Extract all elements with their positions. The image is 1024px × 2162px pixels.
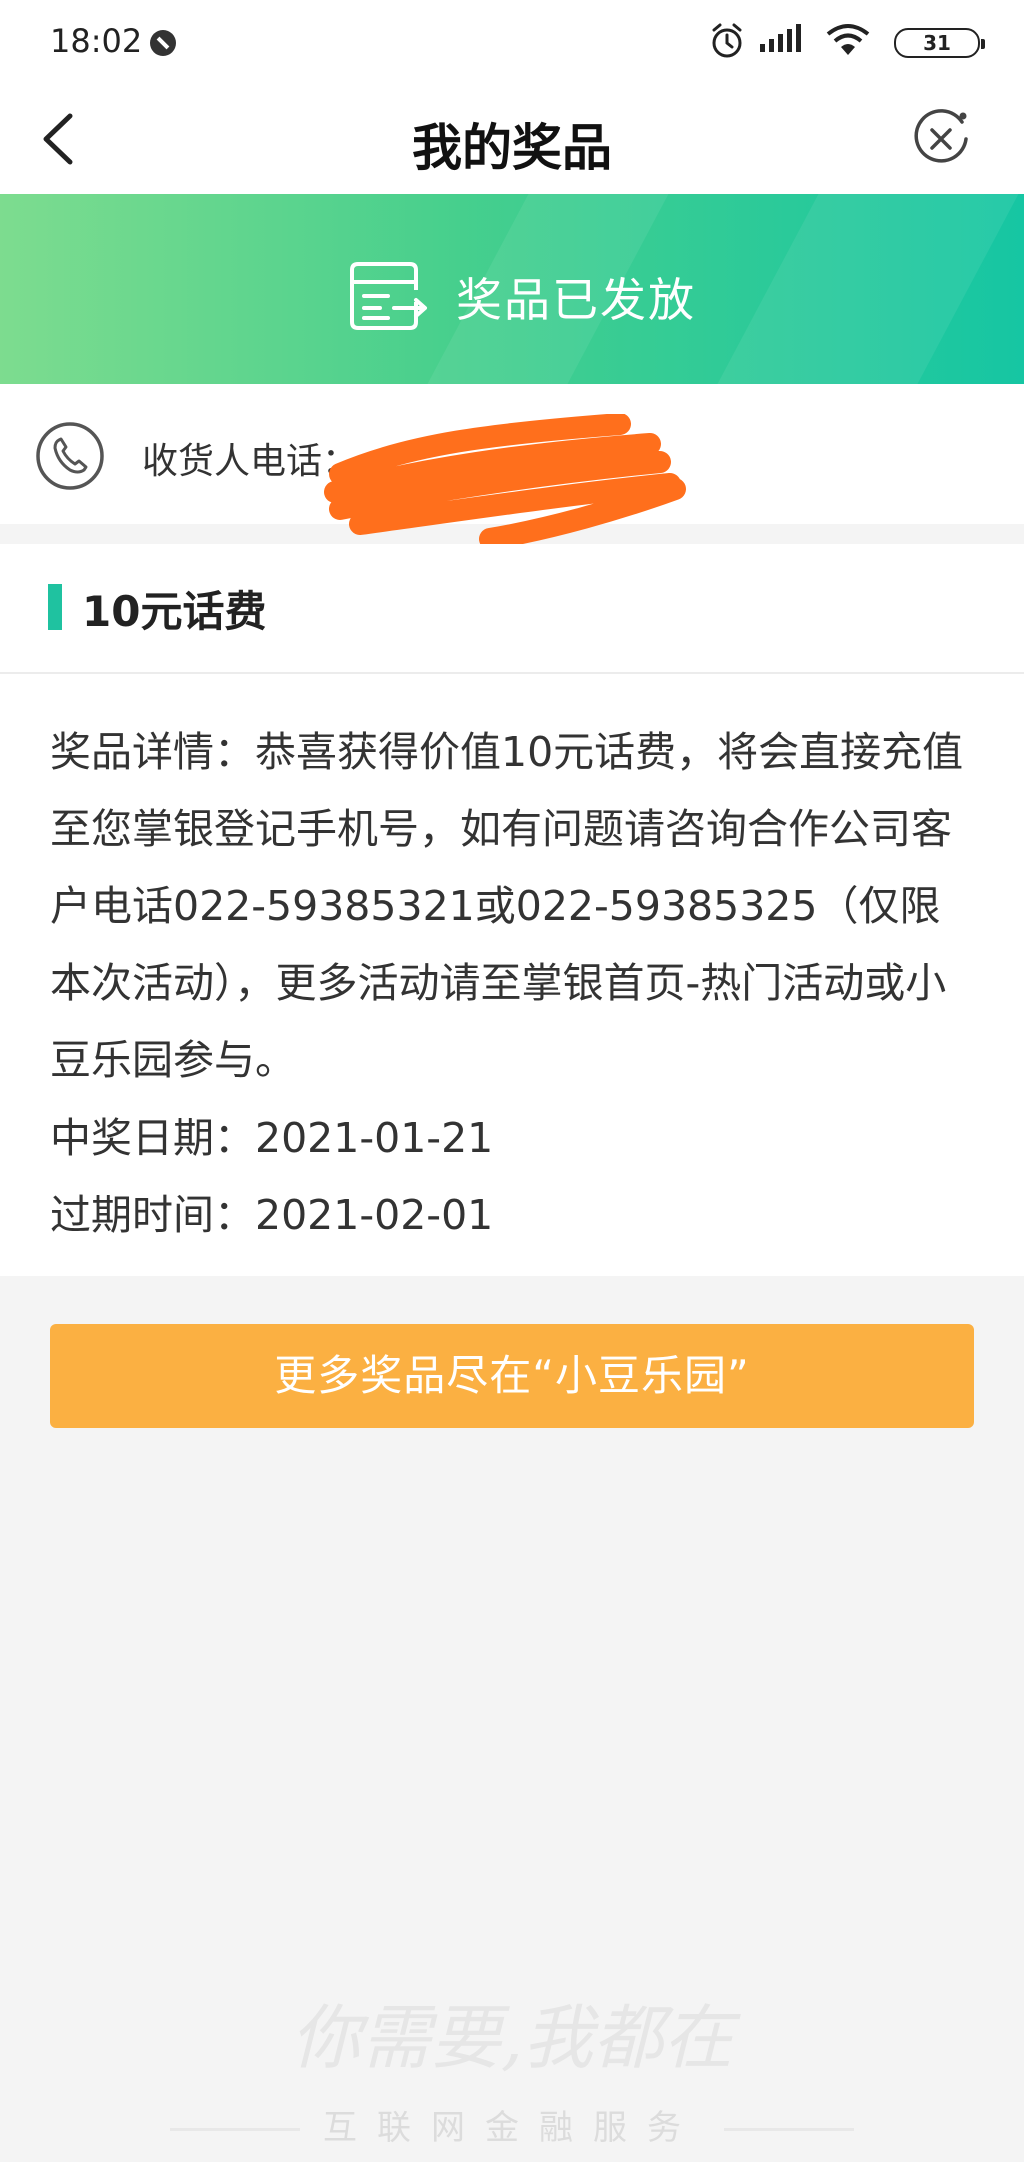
win-date-label: 中奖日期：	[50, 1114, 255, 1162]
alarm-icon	[712, 23, 742, 58]
footer-tagline: 互联网金融服务	[323, 2108, 701, 2148]
win-date-value: 2021-01-21	[255, 1114, 494, 1162]
page-title: 我的奖品	[412, 119, 612, 177]
expire-date-label: 过期时间：	[50, 1191, 255, 1239]
status-icons: 31	[650, 22, 985, 62]
accent-bar	[48, 584, 62, 630]
win-date-line: 中奖日期：2021-01-21	[50, 1104, 493, 1164]
more-prizes-button[interactable]: 更多奖品尽在“小豆乐园”	[50, 1324, 974, 1428]
redaction-scribble	[324, 414, 686, 544]
receipt-transfer-icon	[350, 262, 427, 330]
status-banner: 奖品已发放	[0, 194, 1024, 384]
battery-icon: 31	[894, 28, 985, 58]
dnd-icon	[150, 30, 176, 56]
wifi-icon	[826, 24, 870, 55]
status-bar: 18:02 31	[0, 0, 1024, 84]
expire-date-value: 2021-02-01	[255, 1191, 494, 1239]
footer-slogan: 你需要,我都在	[290, 1997, 734, 2079]
close-circle-icon[interactable]	[910, 108, 972, 170]
prize-status-text: 奖品已发放	[456, 273, 696, 327]
prize-detail-card: 10元话费 奖品详情：恭喜获得价值10元话费，将会直接充值至您掌银登记手机号，如…	[0, 544, 1024, 1276]
divider	[0, 672, 1024, 674]
expire-date-line: 过期时间：2021-02-01	[50, 1181, 493, 1241]
signal-icon	[760, 24, 801, 52]
status-time: 18:02	[50, 22, 143, 60]
nav-bar: 我的奖品	[0, 84, 1024, 194]
banner-decoration	[680, 194, 1024, 384]
battery-level: 31	[923, 31, 951, 55]
prize-details: 奖品详情：恭喜获得价值10元话费，将会直接充值至您掌银登记手机号，如有问题请咨询…	[50, 728, 964, 1084]
prize-name: 10元话费	[82, 587, 267, 636]
phone-icon	[36, 422, 104, 490]
